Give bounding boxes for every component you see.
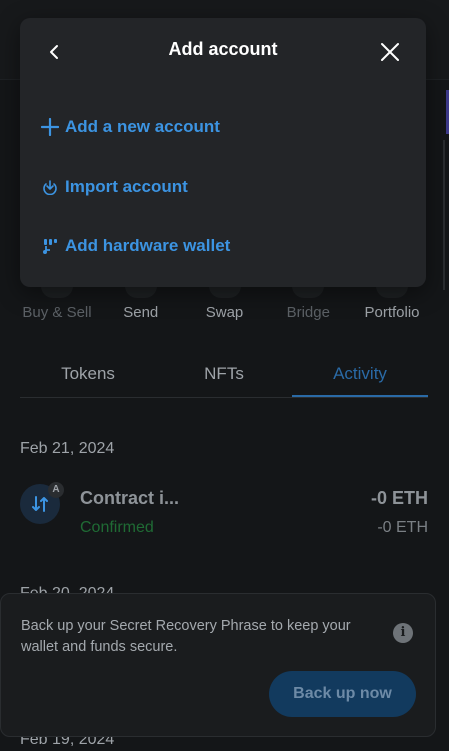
wallet-page: Buy & Sell Send Swap Bridge Portfolio To… — [0, 0, 449, 751]
add-new-account-label: Add a new account — [65, 117, 220, 136]
plus-icon — [40, 117, 60, 137]
back-up-now-button[interactable]: Back up now — [269, 671, 416, 717]
buy-sell-label: Buy & Sell — [22, 304, 92, 321]
scrollbar-track — [443, 140, 445, 290]
import-account-option[interactable]: Import account — [40, 174, 188, 200]
hardware-wallet-icon — [40, 236, 60, 256]
send-button[interactable]: Send — [104, 286, 178, 321]
send-icon — [124, 286, 157, 298]
swap-button[interactable]: Swap — [188, 286, 262, 321]
activity-amount: -0 ETH — [370, 488, 428, 508]
buy-sell-button[interactable]: Buy & Sell — [20, 286, 94, 321]
info-icon[interactable]: i — [393, 623, 413, 643]
activity-date: Feb 21, 2024 — [20, 440, 115, 457]
bridge-button[interactable]: Bridge — [271, 286, 345, 321]
tab-activity[interactable]: Activity — [292, 360, 428, 397]
portfolio-button[interactable]: Portfolio — [355, 286, 429, 321]
close-icon[interactable] — [380, 42, 400, 62]
activity-status: Confirmed — [80, 519, 154, 536]
bridge-icon — [292, 286, 325, 298]
activity-row[interactable]: A Contract i... Confirmed -0 ETH -0 ETH — [20, 482, 428, 542]
asset-tabs: Tokens NFTs Activity — [20, 360, 428, 398]
add-hardware-wallet-option[interactable]: Add hardware wallet — [40, 233, 230, 259]
import-icon — [40, 177, 60, 197]
tab-nfts[interactable]: NFTs — [156, 360, 292, 397]
bridge-label: Bridge — [286, 304, 330, 321]
tab-tokens[interactable]: Tokens — [20, 360, 156, 397]
activity-title: Contract i... — [80, 488, 180, 508]
portfolio-icon — [376, 286, 408, 298]
send-label: Send — [123, 304, 159, 321]
backup-reminder-text: Back up your Secret Recovery Phrase to k… — [21, 618, 351, 655]
add-new-account-option[interactable]: Add a new account — [40, 114, 220, 140]
buy-sell-icon — [41, 286, 73, 298]
portfolio-label: Portfolio — [364, 304, 420, 321]
wallet-actions: Buy & Sell Send Swap Bridge Portfolio — [20, 286, 429, 321]
modal-title: Add account — [168, 39, 278, 59]
account-badge: A — [48, 482, 64, 498]
swap-label: Swap — [205, 304, 244, 321]
backup-reminder-banner: Back up your Secret Recovery Phrase to k… — [0, 593, 436, 737]
add-hardware-wallet-label: Add hardware wallet — [65, 236, 231, 255]
activity-amount-secondary: -0 ETH — [377, 519, 428, 536]
import-account-label: Import account — [65, 177, 188, 196]
add-account-modal: Add account Add a new account Import acc… — [20, 18, 426, 287]
swap-icon — [208, 286, 241, 298]
